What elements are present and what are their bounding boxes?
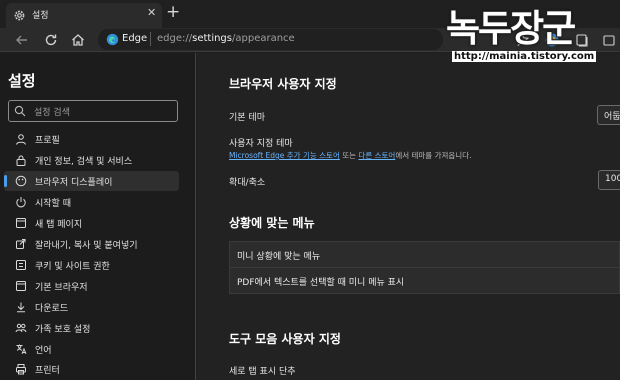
language-icon	[16, 344, 27, 355]
other-store-link[interactable]: 다른 스토어	[358, 151, 395, 160]
watermark-title: 녹두장군	[446, 6, 576, 50]
addons-store-link[interactable]: Microsoft Edge 추가 기능 스토어	[229, 151, 340, 160]
sidebar-item-label: 프로필	[35, 136, 60, 146]
custom-theme-description: Microsoft Edge 추가 기능 스토어 또는 다른 스토어에서 테마를…	[229, 151, 472, 160]
sidebar-item-cookies[interactable]: 쿠키 및 사이트 권한	[4, 255, 179, 275]
cookie-icon	[16, 260, 26, 270]
sidebar-item-new-tab[interactable]: 새 탭 페이지	[4, 213, 179, 233]
default-theme-select[interactable]: 어둡	[597, 105, 620, 125]
url-text[interactable]: edge://settings/appearance	[157, 33, 295, 44]
home-icon[interactable]	[70, 32, 86, 48]
zoom-select[interactable]: 100	[598, 170, 620, 190]
tab-title: 설정	[32, 11, 49, 21]
sidebar-item-family[interactable]: 가족 보호 설정	[4, 318, 179, 338]
sidebar-item-profile[interactable]: 프로필	[4, 129, 179, 149]
download-icon	[17, 302, 25, 313]
close-icon[interactable]: ✕	[147, 6, 156, 19]
profile-icon	[16, 134, 26, 145]
search-icon	[14, 105, 26, 117]
sidebar-item-startup[interactable]: 시작할 때	[4, 192, 179, 212]
sidebar-item-default-browser[interactable]: 기본 브라우저	[4, 276, 179, 296]
refresh-icon[interactable]	[43, 32, 59, 48]
sidebar-title: 설정	[8, 72, 36, 90]
mini-context-menu-row[interactable]: 미니 상황에 맞는 메뉴	[229, 241, 620, 268]
watermark-url: http://mainia.tistory.com	[452, 51, 597, 62]
sidebar-item-label: 가족 보호 설정	[35, 325, 91, 335]
pdf-mini-menu-row[interactable]: PDF에서 텍스트를 선택할 때 미니 메뉴 표시	[229, 267, 620, 294]
printer-icon	[16, 364, 26, 375]
share-icon	[16, 239, 26, 249]
pdf-mini-menu-label: PDF에서 텍스트를 선택할 때 미니 메뉴 표시	[237, 278, 405, 288]
mini-context-menu-label: 미니 상황에 맞는 메뉴	[237, 252, 321, 262]
search-input[interactable]: 설정 검색	[8, 100, 178, 122]
address-bar[interactable]: Edge edge://settings/appearance	[98, 29, 443, 50]
sidebar-item-label: 프린터	[35, 366, 60, 376]
settings-main: 브라우저 사용자 지정 기본 테마 어둡 사용자 지정 테마 Microsoft…	[197, 53, 620, 380]
back-arrow-icon[interactable]	[14, 32, 30, 48]
section-title-customize-toolbar: 도구 모음 사용자 지정	[229, 332, 341, 346]
tab-settings[interactable]: 설정 ✕	[6, 3, 162, 28]
sidebar-item-appearance[interactable]: 브라우저 디스플레이	[4, 171, 179, 191]
search-placeholder: 설정 검색	[34, 108, 70, 118]
sidebar-item-label: 쿠키 및 사이트 권한	[35, 262, 110, 272]
appearance-icon	[15, 175, 27, 187]
sidebar-item-label: 다운로드	[35, 304, 69, 314]
sidebar-item-label: 기본 브라우저	[35, 283, 88, 293]
sidebar-item-label: 새 탭 페이지	[35, 220, 83, 230]
sidebar-item-downloads[interactable]: 다운로드	[4, 297, 179, 317]
active-indicator	[4, 175, 7, 187]
sidebar-item-clipboard[interactable]: 잘라내기, 복사 및 붙여넣기	[4, 234, 179, 254]
zoom-label: 확대/축소	[229, 178, 266, 188]
sidebar-item-label: 개인 정보, 검색 및 서비스	[35, 157, 133, 167]
default-theme-label: 기본 테마	[229, 113, 265, 123]
family-icon	[15, 323, 27, 333]
edge-label: Edge	[122, 33, 148, 44]
sidebar-item-label: 시작할 때	[35, 199, 71, 209]
new-tab-icon	[16, 218, 26, 228]
watermark: 녹두장군 http://mainia.tistory.com	[446, 0, 620, 70]
section-title-customize-browser: 브라우저 사용자 지정	[229, 77, 337, 91]
gear-icon	[14, 10, 25, 21]
vertical-tabs-label: 세로 탭 표시 단추	[229, 367, 296, 377]
browser-icon	[16, 281, 26, 291]
section-title-context-menus: 상황에 맞는 메뉴	[229, 216, 315, 230]
settings-sidebar: 설정 설정 검색 프로필 개인 정보, 검색 및 서비스 브라우저 디스플레이 …	[0, 53, 196, 380]
new-tab-button[interactable]: +	[166, 3, 180, 21]
custom-theme-label: 사용자 지정 테마	[229, 139, 293, 149]
sidebar-item-privacy[interactable]: 개인 정보, 검색 및 서비스	[4, 150, 179, 170]
address-divider	[150, 32, 151, 46]
sidebar-item-label: 잘라내기, 복사 및 붙여넣기	[35, 241, 138, 251]
sidebar-item-label: 브라우저 디스플레이	[35, 178, 113, 188]
sidebar-item-label: 언어	[35, 346, 52, 356]
edge-logo-icon	[106, 33, 119, 46]
sidebar-item-printers[interactable]: 프린터	[4, 359, 179, 379]
power-icon	[16, 197, 26, 208]
lock-icon	[16, 155, 26, 166]
sidebar-item-languages[interactable]: 언어	[4, 339, 179, 359]
